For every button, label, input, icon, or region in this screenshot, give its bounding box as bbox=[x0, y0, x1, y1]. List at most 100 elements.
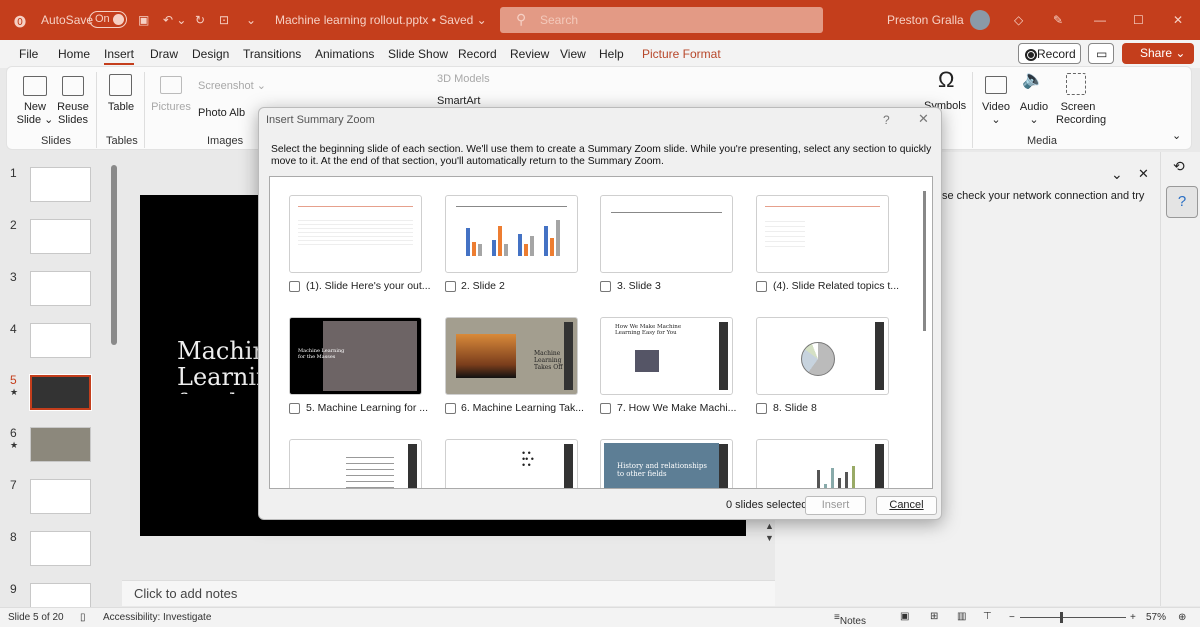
slide-checkbox[interactable] bbox=[445, 281, 456, 292]
slide-card[interactable] bbox=[756, 317, 889, 395]
slide-thumbnail[interactable] bbox=[30, 167, 91, 202]
slide-card[interactable] bbox=[289, 195, 422, 273]
slide-nav-icons[interactable]: ▲ ▼ bbox=[765, 520, 774, 544]
undo-icon[interactable]: ↶ ⌄ bbox=[163, 13, 186, 27]
zoom-slider-thumb[interactable] bbox=[1060, 612, 1063, 623]
minimize-icon[interactable]: — bbox=[1094, 13, 1106, 27]
video-button[interactable]: Video ⌄ bbox=[980, 101, 1012, 127]
new-slide-button[interactable]: New Slide ⌄ bbox=[16, 101, 54, 127]
accessibility-status[interactable]: Accessibility: Investigate bbox=[103, 612, 211, 623]
share-button[interactable]: Share ⌄ bbox=[1122, 43, 1194, 64]
slide-card-label[interactable]: 6. Machine Learning Tak... bbox=[461, 402, 584, 414]
tab-insert[interactable]: Insert bbox=[104, 47, 135, 65]
close-pane-icon[interactable]: ✕ bbox=[1138, 166, 1149, 182]
slide-thumbnail[interactable] bbox=[30, 323, 91, 358]
premium-diamond-icon[interactable]: ◇ bbox=[1014, 13, 1023, 27]
slide-checkbox[interactable] bbox=[289, 281, 300, 292]
tab-animations[interactable]: Animations bbox=[315, 47, 374, 61]
ribbon-collapse-icon[interactable]: ⌄ bbox=[1172, 130, 1181, 143]
document-title[interactable]: Machine learning rollout.pptx • Saved ⌄ bbox=[275, 13, 487, 27]
slide-thumbnail[interactable] bbox=[30, 427, 91, 462]
avatar[interactable] bbox=[970, 10, 990, 30]
zoom-out-button[interactable]: − bbox=[1009, 612, 1015, 623]
zoom-in-button[interactable]: + bbox=[1130, 612, 1136, 623]
redo-icon[interactable]: ↻ bbox=[195, 13, 205, 27]
tab-home[interactable]: Home bbox=[58, 47, 90, 61]
slide-checkbox[interactable] bbox=[756, 281, 767, 292]
reuse-slides-button[interactable]: Reuse Slides bbox=[54, 101, 92, 127]
slide-card-label[interactable]: 3. Slide 3 bbox=[617, 280, 661, 292]
slide-thumbnail[interactable] bbox=[30, 479, 91, 514]
zoom-level[interactable]: 57% bbox=[1146, 612, 1166, 623]
slide-card[interactable]: Machine Learning for the Masses bbox=[289, 317, 422, 395]
slide-card-label[interactable]: 8. Slide 8 bbox=[773, 402, 817, 414]
tab-draw[interactable]: Draw bbox=[150, 47, 178, 61]
table-button[interactable]: Table bbox=[104, 101, 138, 114]
slide-thumbnail[interactable] bbox=[30, 531, 91, 566]
spellcheck-icon[interactable]: ▯ bbox=[80, 612, 86, 623]
reading-view-icon[interactable]: ▥ bbox=[957, 611, 966, 622]
screen-recording-button[interactable]: Screen Recording bbox=[1056, 101, 1106, 127]
slide-card[interactable]: How We Make Machine Learning Easy for Yo… bbox=[600, 317, 733, 395]
slide-card[interactable] bbox=[756, 439, 889, 488]
notes-pane[interactable]: Click to add notes bbox=[122, 580, 775, 606]
slide-card-label[interactable]: (4). Slide Related topics t... bbox=[773, 280, 899, 292]
tab-design[interactable]: Design bbox=[192, 47, 229, 61]
3d-models-button[interactable]: 3D Models bbox=[437, 73, 490, 86]
search-input[interactable]: Search bbox=[500, 7, 823, 33]
audio-button[interactable]: Audio ⌄ bbox=[1017, 101, 1051, 127]
slide-checkbox[interactable] bbox=[600, 281, 611, 292]
comments-button[interactable]: ▭ bbox=[1088, 43, 1114, 64]
help-icon[interactable]: ? bbox=[883, 113, 890, 127]
slideshow-icon[interactable]: ⊤ bbox=[983, 611, 992, 622]
chevron-down-icon[interactable]: ⌄ bbox=[1111, 166, 1123, 183]
tab-picture-format[interactable]: Picture Format bbox=[642, 47, 721, 61]
tab-help[interactable]: Help bbox=[599, 47, 624, 61]
slide-card-label[interactable]: 2. Slide 2 bbox=[461, 280, 505, 292]
tab-review[interactable]: Review bbox=[510, 47, 549, 61]
slide-card[interactable] bbox=[289, 439, 422, 488]
slide-title[interactable]: Machine Learning for the Masses bbox=[177, 338, 261, 394]
slide-checkbox[interactable] bbox=[445, 403, 456, 414]
slide-card[interactable] bbox=[600, 195, 733, 273]
user-name[interactable]: Preston Gralla bbox=[887, 13, 964, 27]
slide-card[interactable]: • • •• • • • bbox=[445, 439, 578, 488]
grid-scrollbar[interactable] bbox=[923, 191, 926, 331]
tab-file[interactable]: File bbox=[19, 47, 38, 61]
zoom-slider[interactable] bbox=[1020, 617, 1126, 618]
slide-thumbnail-current[interactable] bbox=[29, 374, 92, 411]
help-icon[interactable]: ? bbox=[1166, 186, 1198, 218]
photo-album-button[interactable]: Photo Alb bbox=[198, 107, 245, 120]
pen-icon[interactable]: ✎ bbox=[1053, 13, 1063, 27]
thumbnails-scrollbar[interactable] bbox=[111, 165, 117, 345]
slide-card[interactable]: History and relationships to other field… bbox=[600, 439, 733, 488]
slide-card[interactable]: Machine Learning Takes Off bbox=[445, 317, 578, 395]
save-icon[interactable]: ▣ bbox=[138, 13, 149, 27]
normal-view-icon[interactable]: ▣ bbox=[900, 611, 909, 622]
tab-record[interactable]: Record bbox=[458, 47, 497, 61]
slide-sorter-icon[interactable]: ⊞ bbox=[930, 611, 938, 622]
fit-to-window-icon[interactable]: ⊕ bbox=[1178, 612, 1186, 623]
tab-slide-show[interactable]: Slide Show bbox=[388, 47, 448, 61]
dialog-close-icon[interactable]: ✕ bbox=[918, 111, 929, 127]
slide-card-label[interactable]: (1). Slide Here's your out... bbox=[306, 280, 431, 292]
slide-thumbnail[interactable] bbox=[30, 271, 91, 306]
slide-checkbox[interactable] bbox=[756, 403, 767, 414]
slide-card-label[interactable]: 7. How We Make Machi... bbox=[617, 402, 736, 414]
tab-transitions[interactable]: Transitions bbox=[243, 47, 301, 61]
autosave-toggle[interactable]: On bbox=[89, 11, 127, 28]
record-button[interactable]: Record bbox=[1018, 43, 1081, 64]
history-icon[interactable]: ⟲ bbox=[1173, 158, 1185, 175]
slide-checkbox[interactable] bbox=[600, 403, 611, 414]
notes-button[interactable]: ≡ Notes bbox=[834, 612, 866, 627]
pictures-button[interactable]: Pictures bbox=[151, 101, 191, 114]
slide-card[interactable] bbox=[756, 195, 889, 273]
close-icon[interactable]: ✕ bbox=[1173, 13, 1183, 27]
tab-view[interactable]: View bbox=[560, 47, 586, 61]
customize-qat-icon[interactable]: ⌄ bbox=[246, 13, 256, 27]
present-icon[interactable]: ⊡ bbox=[219, 13, 229, 27]
screenshot-button[interactable]: Screenshot ⌄ bbox=[198, 80, 266, 93]
slide-card-label[interactable]: 5. Machine Learning for ... bbox=[306, 402, 428, 414]
slide-checkbox[interactable] bbox=[289, 403, 300, 414]
insert-button[interactable]: Insert bbox=[805, 496, 866, 515]
